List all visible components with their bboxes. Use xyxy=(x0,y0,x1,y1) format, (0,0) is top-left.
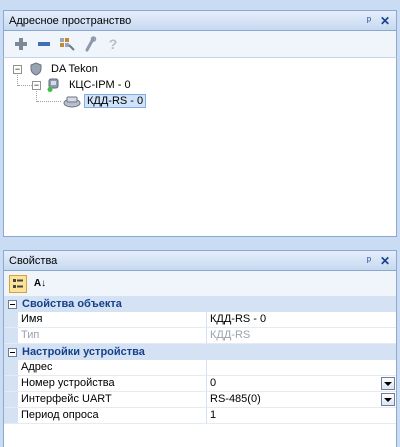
expand-toggle-kcs[interactable]: − xyxy=(32,81,41,90)
property-row-device-number[interactable]: Номер устройства 0 xyxy=(4,376,396,392)
category-device-settings[interactable]: Настройки устройства xyxy=(4,344,396,360)
modem-icon xyxy=(63,96,81,108)
property-value-input[interactable]: 1 xyxy=(207,408,396,423)
tree-node-kdd[interactable]: КДД-RS - 0 xyxy=(63,93,147,109)
pin-icon[interactable]: ᵖ xyxy=(361,15,377,27)
property-value-select[interactable]: RS-485(0) xyxy=(207,392,396,407)
address-panel-titlebar: Адресное пространство ᵖ ✕ xyxy=(3,10,397,31)
properties-toolbar: A↓ xyxy=(3,271,397,296)
close-icon[interactable]: ✕ xyxy=(377,14,393,28)
pin-icon[interactable]: ᵖ xyxy=(361,255,377,267)
expand-toggle-root[interactable]: − xyxy=(13,65,22,74)
property-value: КДД-RS xyxy=(210,329,251,341)
category-label: Свойства объекта xyxy=(22,298,122,310)
properties-panel-titlebar: Свойства ᵖ ✕ xyxy=(3,250,397,271)
property-row-type: Тип КДД-RS xyxy=(4,328,396,344)
panel-splitter[interactable] xyxy=(3,238,397,250)
tree-node-label: КЦС-IPM - 0 xyxy=(69,79,131,91)
address-panel-title: Адресное пространство xyxy=(9,14,132,27)
property-value-select[interactable]: 0 xyxy=(207,376,396,391)
settings-icon[interactable] xyxy=(58,35,76,53)
wrench-icon[interactable] xyxy=(81,35,99,53)
categorized-icon[interactable] xyxy=(9,274,27,293)
help-icon[interactable]: ? xyxy=(104,35,122,53)
tree-node-label: DA Tekon xyxy=(51,63,98,75)
minus-icon[interactable] xyxy=(35,35,53,53)
tree-node-kcs[interactable]: КЦС-IPM - 0 xyxy=(47,77,133,93)
sort-alpha-icon[interactable]: A↓ xyxy=(31,275,49,293)
collapse-icon[interactable] xyxy=(8,347,17,357)
property-row-poll-period[interactable]: Период опроса 1 xyxy=(4,408,396,424)
tree-node-label: КДД-RS - 0 xyxy=(84,94,147,108)
property-name: Интерфейс UART xyxy=(18,392,207,407)
category-object-properties[interactable]: Свойства объекта xyxy=(4,296,396,312)
address-toolbar: ? xyxy=(3,31,397,57)
selected-value: 0 xyxy=(210,377,217,389)
property-name: Тип xyxy=(18,328,207,343)
property-name: Номер устройства xyxy=(18,376,207,391)
properties-panel-title: Свойства xyxy=(9,254,58,267)
address-tree: − DA Tekon − КЦС-IPM - 0 КДД-RS - 0 xyxy=(3,57,397,237)
property-grid: Свойства объекта Имя КДД-RS - 0 Тип КДД-… xyxy=(3,296,397,447)
shield-icon xyxy=(30,62,42,76)
property-value-input[interactable] xyxy=(207,360,396,375)
chevron-down-icon[interactable] xyxy=(381,377,395,390)
collapse-icon[interactable] xyxy=(8,299,17,309)
property-row-name[interactable]: Имя КДД-RS - 0 xyxy=(4,312,396,328)
property-name: Адрес xyxy=(18,360,207,375)
property-name: Период опроса xyxy=(18,408,207,423)
property-name: Имя xyxy=(18,312,207,327)
selected-value: RS-485(0) xyxy=(210,393,261,405)
category-label: Настройки устройства xyxy=(22,346,145,358)
property-row-uart[interactable]: Интерфейс UART RS-485(0) xyxy=(4,392,396,408)
network-device-icon xyxy=(47,78,59,92)
plus-icon[interactable] xyxy=(12,35,30,53)
close-icon[interactable]: ✕ xyxy=(377,254,393,268)
chevron-down-icon[interactable] xyxy=(381,393,395,406)
property-value-input[interactable]: КДД-RS - 0 xyxy=(207,312,396,327)
property-row-address[interactable]: Адрес xyxy=(4,360,396,376)
tree-node-root[interactable]: DA Tekon xyxy=(29,61,100,77)
